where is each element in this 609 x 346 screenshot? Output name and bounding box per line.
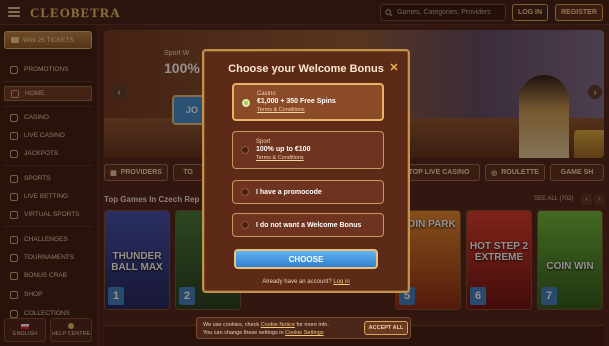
cookie-text: You can change these settings in (203, 330, 286, 336)
radio-icon[interactable] (241, 221, 249, 229)
cookie-text: We use cookies, check (203, 322, 261, 328)
bonus-option-promocode[interactable]: I have a promocode (232, 180, 384, 204)
option-title: €1,000 + 350 Free Spins (257, 98, 336, 105)
bonus-option-sport[interactable]: Sport 100% up to €100 Terms & Conditions (232, 131, 384, 169)
close-icon[interactable]: ✕ (388, 61, 400, 74)
radio-selected-icon[interactable] (242, 99, 250, 107)
terms-link[interactable]: Terms & Conditions (257, 107, 382, 113)
cookie-settings-link[interactable]: Cookie Settings (285, 330, 324, 336)
account-prompt: Already have an account? Log in (204, 279, 408, 285)
bonus-option-casino[interactable]: Casino €1,000 + 350 Free Spins Terms & C… (232, 83, 384, 121)
radio-icon[interactable] (241, 188, 249, 196)
account-text: Already have an account? (262, 279, 332, 285)
accept-all-button[interactable]: ACCEPT ALL (364, 321, 408, 335)
login-link[interactable]: Log in (333, 279, 349, 285)
radio-icon[interactable] (241, 146, 249, 154)
bonus-option-none[interactable]: I do not want a Welcome Bonus (232, 213, 384, 237)
option-title: 100% up to €100 (256, 146, 311, 153)
modal-title: Choose your Welcome Bonus (228, 63, 384, 75)
choose-button[interactable]: CHOOSE (234, 249, 378, 269)
option-category: Casino (257, 91, 276, 97)
cookie-notice-link[interactable]: Cookie Notice (261, 322, 295, 328)
terms-link[interactable]: Terms & Conditions (256, 155, 383, 161)
option-title: I have a promocode (256, 189, 322, 196)
option-category: Sport (256, 139, 271, 145)
welcome-bonus-modal: Choose your Welcome Bonus ✕ Casino €1,00… (202, 49, 410, 293)
cookie-text: for more info. (294, 322, 329, 328)
option-title: I do not want a Welcome Bonus (256, 222, 362, 229)
